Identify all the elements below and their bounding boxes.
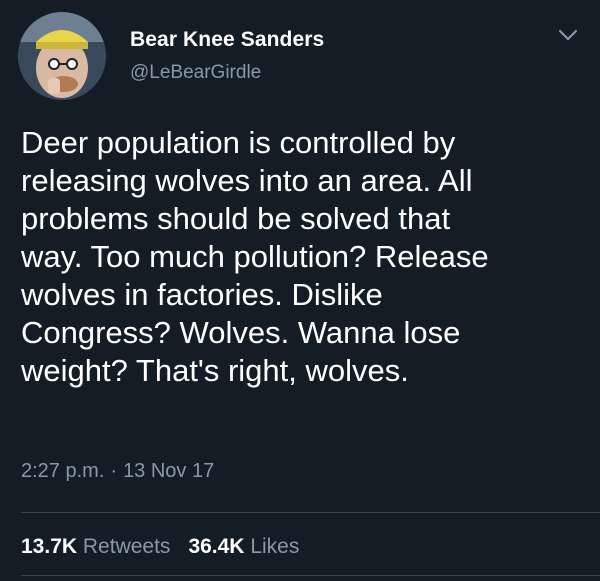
tweet-date: 13 Nov 17 [123,460,215,482]
display-name[interactable]: Bear Knee Sanders [130,28,324,52]
tweet-stats: 13.7K Retweets 36.4K Likes [21,535,299,559]
chevron-down-icon[interactable] [556,26,580,44]
avatar[interactable] [18,12,106,100]
user-handle[interactable]: @LeBearGirdle [130,62,261,84]
tweet-card: Bear Knee Sanders @LeBearGirdle Deer pop… [0,0,600,581]
divider [21,575,600,576]
tweet-text: Deer population is controlled by releasi… [21,125,489,388]
separator: · [110,460,118,482]
retweets-count: 13.7K [21,535,78,558]
likes-count: 36.4K [188,535,245,558]
likes-stat[interactable]: 36.4K Likes [188,535,299,558]
divider [21,512,600,513]
retweets-stat[interactable]: 13.7K Retweets [21,535,170,558]
timestamp[interactable]: 2:27 p.m. · 13 Nov 17 [21,460,214,483]
tweet-time: 2:27 p.m. [21,460,105,482]
likes-label: Likes [250,535,300,558]
retweets-label: Retweets [82,535,171,558]
